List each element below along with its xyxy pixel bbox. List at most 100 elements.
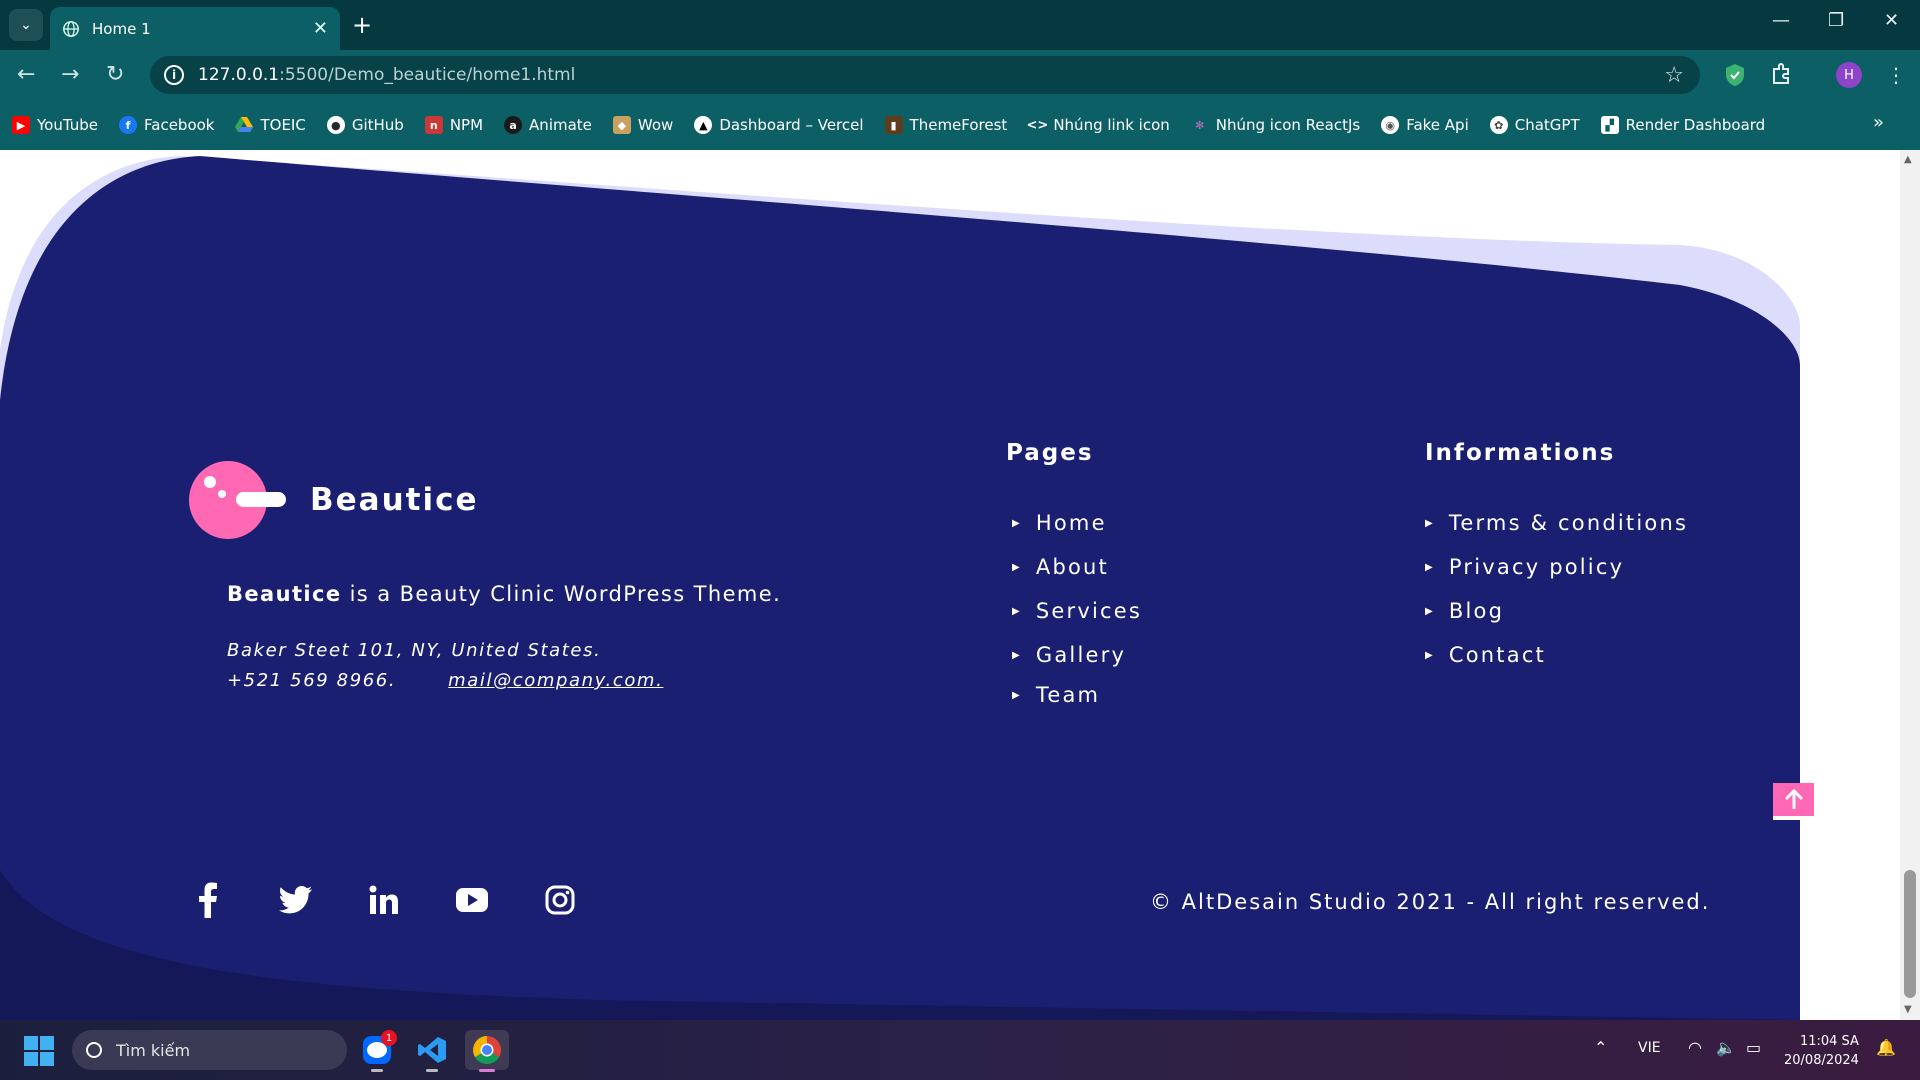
chrome-app[interactable]	[465, 1030, 509, 1072]
tab-home1[interactable]: Home 1 ✕	[50, 7, 340, 50]
back-to-top-button[interactable]	[1773, 783, 1814, 820]
address-bar[interactable]: i 127.0.0.1:5500/Demo_beautice/home1.htm…	[150, 56, 1700, 94]
footer-link-blog[interactable]: ▶ Blog	[1425, 594, 1688, 628]
caret-right-icon: ▶	[1425, 561, 1435, 573]
volume-icon[interactable]: 🔈	[1716, 1038, 1736, 1057]
linkedin-icon	[369, 885, 398, 914]
minimize-icon[interactable]: —	[1772, 10, 1790, 31]
search-icon	[86, 1042, 102, 1058]
vscode-icon	[418, 1037, 446, 1063]
reload-icon[interactable]: ↻	[106, 62, 124, 87]
footer-link-gallery[interactable]: ▶ Gallery	[1012, 638, 1142, 672]
new-tab-button[interactable]: +	[352, 11, 372, 39]
back-icon[interactable]: ←	[17, 62, 35, 87]
chrome-icon	[473, 1036, 501, 1064]
footer-link-contact[interactable]: ▶ Contact	[1425, 638, 1688, 672]
bookmark-fake-api[interactable]: ◉ Fake Api	[1381, 116, 1469, 134]
input-language[interactable]: VIE	[1638, 1040, 1661, 1056]
copyright-text: © AltDesain Studio 2021 - All right rese…	[1150, 890, 1711, 914]
close-window-icon[interactable]: ✕	[1884, 10, 1899, 31]
system-clock[interactable]: 11:04 SA 20/08/2024	[1784, 1032, 1859, 1070]
react-icon: ✻	[1195, 118, 1205, 132]
bookmark-animate[interactable]: a Animate	[504, 116, 592, 134]
bookmark-toeic[interactable]: TOEIC	[235, 116, 306, 134]
contact-line: +521 569 8966. mail@company.com.	[227, 670, 663, 691]
facebook-link[interactable]	[186, 878, 230, 922]
themeforest-icon: ▮	[884, 116, 903, 134]
caret-right-icon: ▶	[1012, 649, 1022, 661]
youtube-link[interactable]	[450, 878, 494, 922]
footer-link-about[interactable]: ▶ About	[1012, 550, 1142, 584]
caret-right-icon: ▶	[1012, 517, 1022, 529]
clock-date: 20/08/2024	[1784, 1053, 1859, 1068]
scroll-up-arrow-icon[interactable]: ▲	[1904, 154, 1912, 165]
render-icon: ▞	[1600, 116, 1619, 134]
youtube-icon	[456, 888, 488, 912]
close-tab-icon[interactable]: ✕	[313, 18, 328, 39]
animate-icon: a	[504, 116, 523, 134]
bookmark-wow[interactable]: ◆ Wow	[612, 116, 673, 134]
arrow-up-icon	[1784, 788, 1803, 809]
taskbar-search-placeholder: Tìm kiếm	[116, 1040, 191, 1060]
browser-menu-icon[interactable]: ⋮	[1886, 63, 1906, 87]
footer-link-team[interactable]: ▶ Team	[1012, 678, 1142, 712]
footer-link-terms[interactable]: ▶ Terms & conditions	[1425, 506, 1688, 540]
footer-link-services[interactable]: ▶ Services	[1012, 594, 1142, 628]
bookmark-facebook[interactable]: f Facebook	[119, 116, 214, 134]
globe-icon	[63, 20, 79, 37]
vercel-icon: ▲	[694, 116, 713, 134]
vscode-app[interactable]	[410, 1030, 454, 1072]
windows-start-icon[interactable]	[24, 1036, 54, 1066]
wow-icon: ◆	[612, 116, 631, 134]
npm-icon: n	[424, 116, 443, 134]
informations-title: Informations	[1425, 440, 1616, 466]
taskbar-search[interactable]: Tìm kiếm	[72, 1030, 347, 1070]
caret-right-icon: ▶	[1425, 605, 1435, 617]
page-scrollbar[interactable]: ▲ ▼	[1900, 150, 1920, 1020]
pages-links: ▶ Home ▶ About ▶ Services ▶ Gallery ▶ Team	[1012, 506, 1142, 712]
footer-brand[interactable]: Beautice	[188, 460, 479, 540]
bookmark-chatgpt[interactable]: ✿ ChatGPT	[1489, 116, 1580, 134]
restore-icon[interactable]: ❐	[1828, 10, 1844, 31]
youtube-icon: ▶	[12, 116, 30, 134]
app-running-indicator	[371, 1069, 383, 1072]
phone-number: +521 569 8966.	[227, 670, 397, 691]
bookmark-nhung-icon-reactjs[interactable]: ✻ Nhúng icon ReactJs	[1191, 116, 1360, 134]
app-active-indicator	[479, 1069, 495, 1072]
shield-extension-icon[interactable]	[1724, 63, 1746, 87]
show-hidden-icons-icon[interactable]: ⌃	[1594, 1038, 1607, 1057]
bookmark-star-icon[interactable]: ☆	[1664, 63, 1684, 88]
forward-icon[interactable]: →	[61, 62, 79, 87]
clock-time: 11:04 SA	[1799, 1034, 1859, 1049]
footer-link-home[interactable]: ▶ Home	[1012, 506, 1142, 540]
notification-bell-icon[interactable]: 🔔	[1876, 1038, 1896, 1057]
bookmark-npm[interactable]: n NPM	[424, 116, 483, 134]
scroll-down-arrow-icon[interactable]: ▼	[1904, 1004, 1912, 1015]
bookmark-render-dashboard[interactable]: ▞ Render Dashboard	[1600, 116, 1765, 134]
profile-avatar[interactable]: H	[1836, 62, 1862, 88]
zalo-app[interactable]: 1	[355, 1030, 399, 1072]
caret-right-icon: ▶	[1425, 517, 1435, 529]
bookmark-themeforest[interactable]: ▮ ThemeForest	[884, 116, 1007, 134]
site-info-icon[interactable]: i	[164, 65, 184, 85]
email-link[interactable]: mail@company.com.	[448, 670, 663, 691]
tab-strip: ⌄ Home 1 ✕ + — ❐ ✕	[0, 0, 1920, 50]
facebook-icon: f	[119, 116, 137, 134]
linkedin-link[interactable]	[362, 878, 406, 922]
footer-link-privacy[interactable]: ▶ Privacy policy	[1425, 550, 1688, 584]
bookmark-github[interactable]: ● GitHub	[326, 116, 404, 134]
bookmark-nhung-link-icon[interactable]: <> Nhúng link icon	[1026, 116, 1169, 134]
bookmark-vercel[interactable]: ▲ Dashboard – Vercel	[694, 116, 864, 134]
twitter-link[interactable]	[274, 878, 318, 922]
extensions-icon[interactable]	[1770, 63, 1792, 85]
battery-icon[interactable]: ▭	[1746, 1038, 1761, 1057]
social-links	[186, 878, 626, 922]
instagram-link[interactable]	[538, 878, 582, 922]
more-bookmarks-icon[interactable]: »	[1873, 112, 1884, 133]
wifi-icon[interactable]: ◠	[1688, 1038, 1702, 1057]
scrollbar-thumb[interactable]	[1904, 870, 1916, 998]
facebook-icon	[199, 882, 217, 918]
bookmark-youtube[interactable]: ▶ YouTube	[12, 116, 98, 134]
tab-search-button[interactable]: ⌄	[9, 9, 43, 41]
pages-title: Pages	[1006, 440, 1094, 466]
